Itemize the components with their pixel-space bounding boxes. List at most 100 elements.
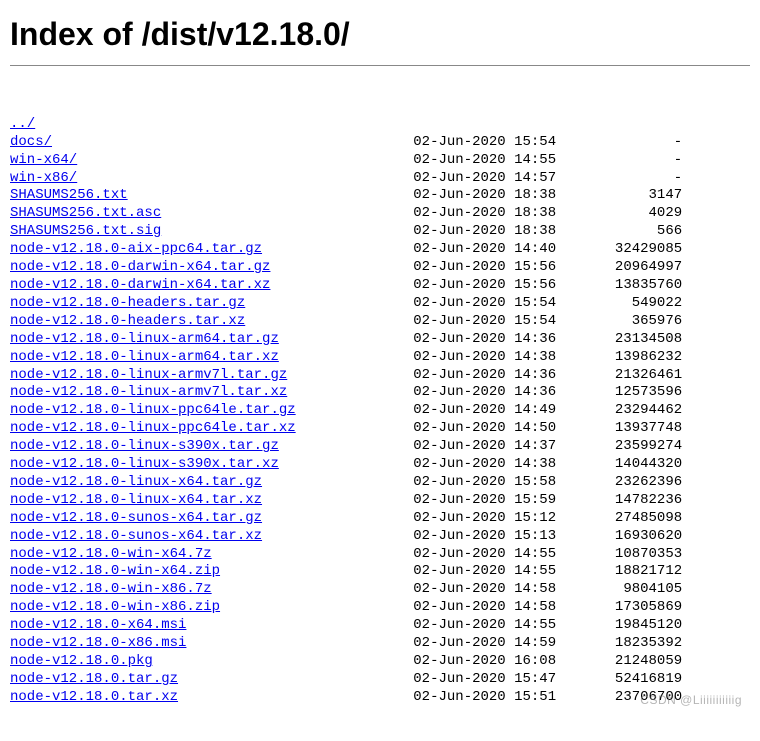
file-size: 27485098 bbox=[581, 510, 682, 526]
file-size: 10870353 bbox=[581, 546, 682, 562]
file-date: 02-Jun-2020 15:54 bbox=[413, 295, 581, 311]
file-size: 14044320 bbox=[581, 456, 682, 472]
list-item: node-v12.18.0.tar.xz 02-Jun-2020 15:51 2… bbox=[10, 689, 750, 707]
file-link[interactable]: node-v12.18.0-linux-armv7l.tar.xz bbox=[10, 384, 287, 400]
list-item: node-v12.18.0-win-x86.zip 02-Jun-2020 14… bbox=[10, 599, 750, 617]
list-item: node-v12.18.0-linux-x64.tar.gz 02-Jun-20… bbox=[10, 474, 750, 492]
file-size: 3147 bbox=[581, 187, 682, 203]
file-link[interactable]: node-v12.18.0-linux-ppc64le.tar.xz bbox=[10, 420, 296, 436]
file-link[interactable]: node-v12.18.0-darwin-x64.tar.gz bbox=[10, 259, 270, 275]
file-link[interactable]: node-v12.18.0-win-x64.zip bbox=[10, 563, 220, 579]
file-date: 02-Jun-2020 15:59 bbox=[413, 492, 581, 508]
file-link[interactable]: docs/ bbox=[10, 134, 52, 150]
list-item: SHASUMS256.txt.sig 02-Jun-2020 18:38 566 bbox=[10, 223, 750, 241]
file-link[interactable]: win-x86/ bbox=[10, 170, 77, 186]
file-date: 02-Jun-2020 14:38 bbox=[413, 456, 581, 472]
file-size: 32429085 bbox=[581, 241, 682, 257]
file-size: 549022 bbox=[581, 295, 682, 311]
watermark: CSDN @Liiiiiiiiiiig bbox=[640, 693, 742, 707]
file-date: 02-Jun-2020 15:13 bbox=[413, 528, 581, 544]
file-size: 566 bbox=[581, 223, 682, 239]
file-date: 02-Jun-2020 14:58 bbox=[413, 581, 581, 597]
file-size: 13937748 bbox=[581, 420, 682, 436]
file-link[interactable]: node-v12.18.0-linux-arm64.tar.gz bbox=[10, 331, 279, 347]
file-date: 02-Jun-2020 14:57 bbox=[413, 170, 581, 186]
file-size: - bbox=[581, 134, 682, 150]
file-date: 02-Jun-2020 18:38 bbox=[413, 223, 581, 239]
file-size: 18235392 bbox=[581, 635, 682, 651]
file-link[interactable]: node-v12.18.0-linux-arm64.tar.xz bbox=[10, 349, 279, 365]
file-date: 02-Jun-2020 15:12 bbox=[413, 510, 581, 526]
file-date: 02-Jun-2020 16:08 bbox=[413, 653, 581, 669]
file-size: 13835760 bbox=[581, 277, 682, 293]
page-title: Index of /dist/v12.18.0/ bbox=[10, 16, 750, 53]
file-size: 14782236 bbox=[581, 492, 682, 508]
list-item: node-v12.18.0-linux-arm64.tar.gz 02-Jun-… bbox=[10, 331, 750, 349]
file-size: 13986232 bbox=[581, 349, 682, 365]
file-link[interactable]: node-v12.18.0-win-x64.7z bbox=[10, 546, 212, 562]
list-item: SHASUMS256.txt 02-Jun-2020 18:38 3147 bbox=[10, 187, 750, 205]
file-link[interactable]: node-v12.18.0-darwin-x64.tar.xz bbox=[10, 277, 270, 293]
file-date: 02-Jun-2020 15:47 bbox=[413, 671, 581, 687]
file-link[interactable]: win-x64/ bbox=[10, 152, 77, 168]
file-size: 9804105 bbox=[581, 581, 682, 597]
file-link[interactable]: node-v12.18.0-win-x86.7z bbox=[10, 581, 212, 597]
file-date: 02-Jun-2020 14:59 bbox=[413, 635, 581, 651]
file-date: 02-Jun-2020 15:54 bbox=[413, 313, 581, 329]
list-item: node-v12.18.0-headers.tar.gz 02-Jun-2020… bbox=[10, 295, 750, 313]
file-date: 02-Jun-2020 15:54 bbox=[413, 134, 581, 150]
file-date: 02-Jun-2020 14:49 bbox=[413, 402, 581, 418]
file-link[interactable]: node-v12.18.0-linux-s390x.tar.gz bbox=[10, 438, 279, 454]
file-size: 21248059 bbox=[581, 653, 682, 669]
file-link[interactable]: node-v12.18.0.tar.xz bbox=[10, 689, 178, 705]
file-date: 02-Jun-2020 15:56 bbox=[413, 277, 581, 293]
list-item: node-v12.18.0-win-x86.7z 02-Jun-2020 14:… bbox=[10, 581, 750, 599]
file-link[interactable]: node-v12.18.0-x64.msi bbox=[10, 617, 186, 633]
list-item: node-v12.18.0-x64.msi 02-Jun-2020 14:55 … bbox=[10, 617, 750, 635]
list-item: node-v12.18.0.tar.gz 02-Jun-2020 15:47 5… bbox=[10, 671, 750, 689]
file-size: 19845120 bbox=[581, 617, 682, 633]
file-date: 02-Jun-2020 14:37 bbox=[413, 438, 581, 454]
file-date: 02-Jun-2020 15:58 bbox=[413, 474, 581, 490]
file-link[interactable]: SHASUMS256.txt.asc bbox=[10, 205, 161, 221]
divider bbox=[10, 65, 750, 66]
list-item: node-v12.18.0-linux-s390x.tar.xz 02-Jun-… bbox=[10, 456, 750, 474]
list-item: node-v12.18.0-sunos-x64.tar.gz 02-Jun-20… bbox=[10, 510, 750, 528]
file-date: 02-Jun-2020 18:38 bbox=[413, 205, 581, 221]
list-item: win-x64/ 02-Jun-2020 14:55 - bbox=[10, 152, 750, 170]
file-link[interactable]: node-v12.18.0.tar.gz bbox=[10, 671, 178, 687]
file-link[interactable]: node-v12.18.0-headers.tar.xz bbox=[10, 313, 245, 329]
file-link[interactable]: node-v12.18.0-x86.msi bbox=[10, 635, 186, 651]
file-date: 02-Jun-2020 14:55 bbox=[413, 563, 581, 579]
file-size: 23599274 bbox=[581, 438, 682, 454]
file-link[interactable]: node-v12.18.0-aix-ppc64.tar.gz bbox=[10, 241, 262, 257]
file-size: 18821712 bbox=[581, 563, 682, 579]
file-link[interactable]: node-v12.18.0-headers.tar.gz bbox=[10, 295, 245, 311]
file-link[interactable]: node-v12.18.0-sunos-x64.tar.gz bbox=[10, 510, 262, 526]
file-link[interactable]: SHASUMS256.txt bbox=[10, 187, 128, 203]
file-size: 21326461 bbox=[581, 367, 682, 383]
list-item: node-v12.18.0-headers.tar.xz 02-Jun-2020… bbox=[10, 313, 750, 331]
list-item: node-v12.18.0-win-x64.7z 02-Jun-2020 14:… bbox=[10, 546, 750, 564]
list-item: node-v12.18.0-linux-arm64.tar.xz 02-Jun-… bbox=[10, 349, 750, 367]
file-link[interactable]: node-v12.18.0-win-x86.zip bbox=[10, 599, 220, 615]
file-link[interactable]: node-v12.18.0-linux-x64.tar.gz bbox=[10, 474, 262, 490]
list-item: node-v12.18.0-linux-armv7l.tar.gz 02-Jun… bbox=[10, 367, 750, 385]
file-date: 02-Jun-2020 14:36 bbox=[413, 331, 581, 347]
file-size: - bbox=[581, 170, 682, 186]
list-item: SHASUMS256.txt.asc 02-Jun-2020 18:38 402… bbox=[10, 205, 750, 223]
file-link[interactable]: node-v12.18.0-linux-x64.tar.xz bbox=[10, 492, 262, 508]
file-link[interactable]: node-v12.18.0-linux-s390x.tar.xz bbox=[10, 456, 279, 472]
file-link[interactable]: SHASUMS256.txt.sig bbox=[10, 223, 161, 239]
parent-link[interactable]: ../ bbox=[10, 116, 35, 132]
file-date: 02-Jun-2020 15:51 bbox=[413, 689, 581, 705]
file-size: 52416819 bbox=[581, 671, 682, 687]
file-link[interactable]: node-v12.18.0-sunos-x64.tar.xz bbox=[10, 528, 262, 544]
file-link[interactable]: node-v12.18.0.pkg bbox=[10, 653, 153, 669]
list-item: node-v12.18.0-linux-armv7l.tar.xz 02-Jun… bbox=[10, 384, 750, 402]
file-link[interactable]: node-v12.18.0-linux-armv7l.tar.gz bbox=[10, 367, 287, 383]
file-date: 02-Jun-2020 18:38 bbox=[413, 187, 581, 203]
file-link[interactable]: node-v12.18.0-linux-ppc64le.tar.gz bbox=[10, 402, 296, 418]
list-item: node-v12.18.0-aix-ppc64.tar.gz 02-Jun-20… bbox=[10, 241, 750, 259]
list-item: node-v12.18.0-linux-ppc64le.tar.gz 02-Ju… bbox=[10, 402, 750, 420]
